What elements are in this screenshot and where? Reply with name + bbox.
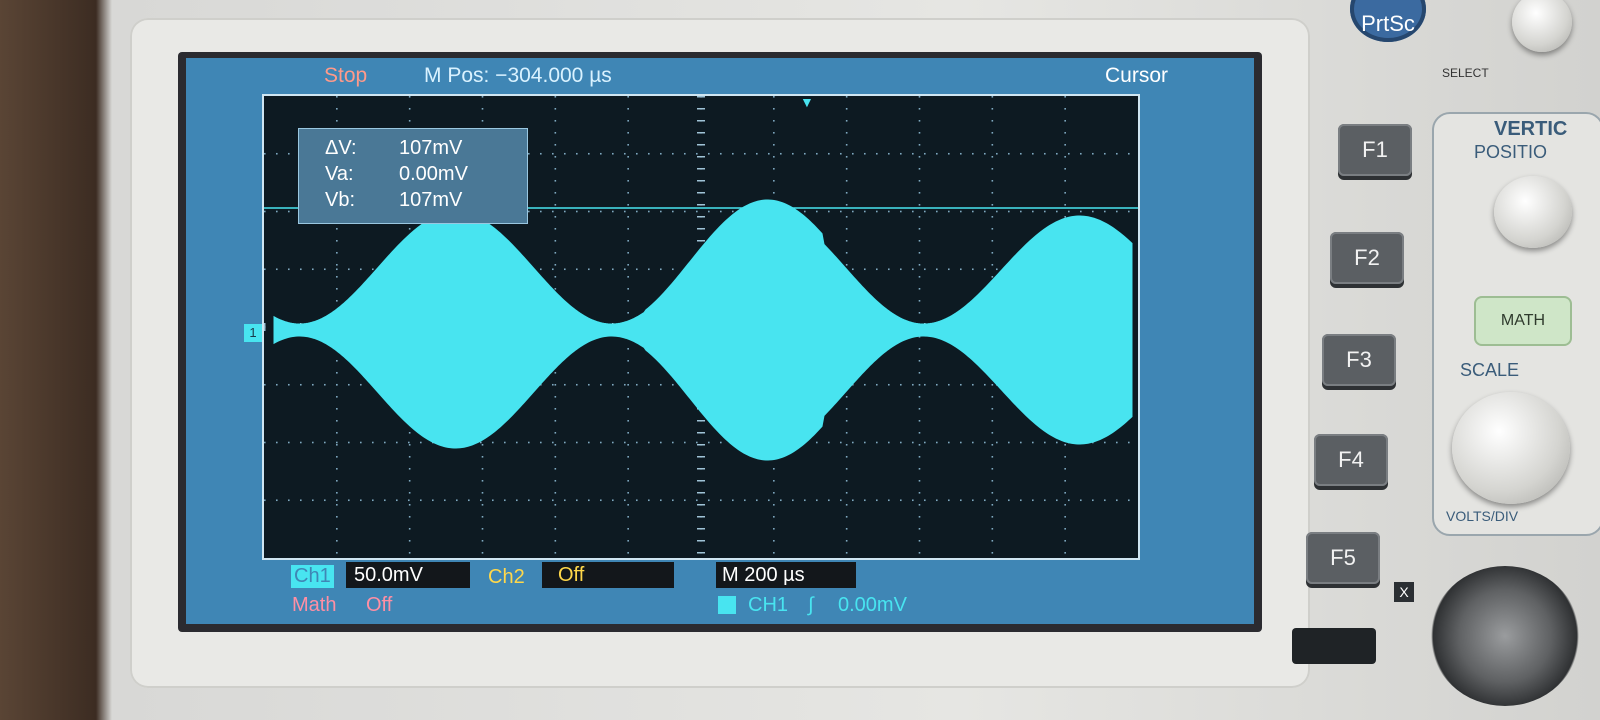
trigger-level: 0.00mV [838,594,907,616]
trigger-source: CH1 [748,594,789,616]
math-label: Math [292,594,337,616]
f3-button[interactable]: F3 [1322,334,1396,386]
x-input-label: X [1394,582,1414,602]
waveform-graticule: ΔV: 107mV Va: 0.00mV Vb: 107mV [262,94,1140,560]
ch2-label: Ch2 [488,566,525,588]
scale-label: SCALE [1460,360,1520,380]
math-state: Off [366,594,393,616]
ch1-label: Ch1 [291,565,334,588]
math-button[interactable]: MATH [1474,296,1572,346]
cursor-readout-box: ΔV: 107mV Va: 0.00mV Vb: 107mV [298,128,528,224]
vb-value: 107mV [399,189,463,211]
menu-mode-label: Cursor [1104,64,1168,87]
channel-status-bar: Ch1 50.0mV Ch2 Off M 200 µs Math Off CH1… [186,558,1254,624]
status-bar: Stop M Pos: −304.000 µs Cursor [186,58,1254,92]
ch1-volts-div: 50.0mV [346,562,470,588]
va-label: Va: [325,163,354,185]
vertical-position-knob[interactable] [1494,176,1572,248]
va-value: 0.00mV [399,163,468,185]
ch1-ground-marker: 1 [244,324,262,342]
volts-div-label: VOLTS/DIV [1446,508,1519,524]
volts-div-knob[interactable] [1452,392,1570,504]
ch2-state: Off [542,562,674,588]
vertical-section-label: VERTIC [1494,118,1568,140]
f2-button[interactable]: F2 [1330,232,1404,284]
bnc-connector[interactable] [1430,566,1580,706]
f4-button[interactable]: F4 [1314,434,1388,486]
run-state-indicator: Stop [324,64,368,87]
oscilloscope-display: Stop M Pos: −304.000 µs Cursor ΔV: 107mV… [186,58,1254,624]
f1-button[interactable]: F1 [1338,124,1412,176]
usb-port[interactable] [1292,628,1376,664]
main-position-readout: M Pos: −304.000 µs [424,64,612,87]
f5-button[interactable]: F5 [1306,532,1380,584]
position-label: POSITIO [1474,142,1548,162]
vb-label: Vb: [325,189,356,211]
trigger-position-marker: ▼ [800,94,814,110]
select-label: SELECT [1442,66,1489,80]
delta-v-value: 107mV [399,137,463,159]
timebase-readout: M 200 µs [716,562,856,588]
rising-edge-icon: ∫ [808,594,814,616]
trigger-icon [718,596,736,614]
prtsc-button[interactable]: PrtSc [1350,0,1426,42]
delta-v-label: ΔV: [325,137,357,159]
